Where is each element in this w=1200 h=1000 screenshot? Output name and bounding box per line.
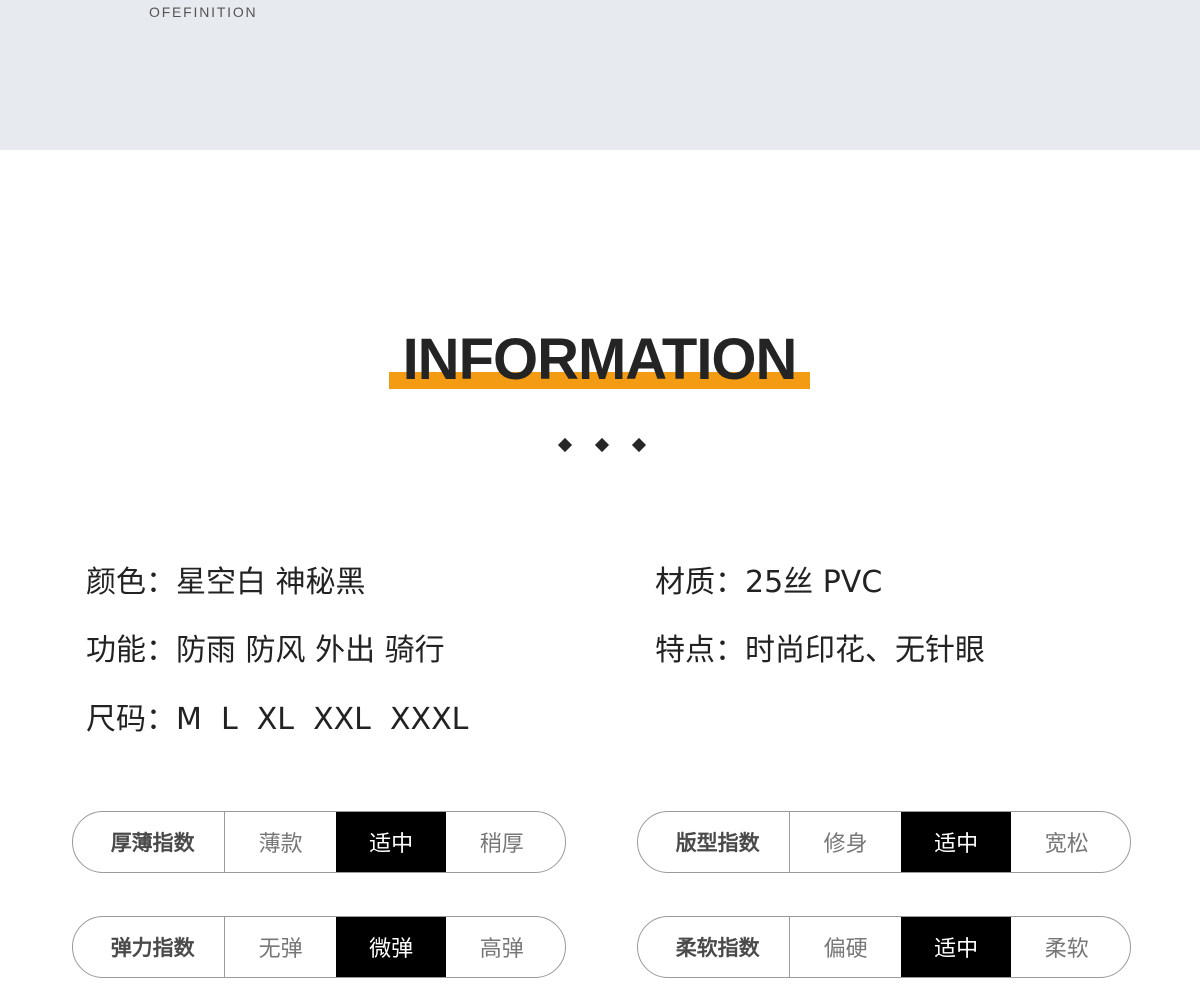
spec-feature: 特点：时尚印花、无针眼 [655,633,985,668]
rating-thickness: 厚薄指数 薄款 适中 稍厚 [72,811,566,873]
rating-label: 厚薄指数 [73,812,226,872]
diamond-icon [557,437,573,453]
rating-option-selected: 适中 [335,812,447,872]
top-banner: OFEFINITION [0,0,1200,150]
divider-dots [540,432,660,460]
banner-subtitle: OFEFINITION [149,4,258,20]
rating-option: 偏硬 [823,937,868,962]
rating-label: 版型指数 [638,812,791,872]
rating-label: 弹力指数 [73,917,226,977]
rating-option-selected: 适中 [900,812,1012,872]
heading-section: INFORMATION [0,325,1200,395]
rating-label: 柔软指数 [638,917,791,977]
spec-material: 材质：25丝 PVC [655,565,883,600]
spec-size: 尺码：M L XL XXL XXXL [86,702,469,737]
spec-color: 颜色：星空白 神秘黑 [86,565,366,600]
rating-softness: 柔软指数 偏硬 适中 柔软 [637,916,1131,978]
diamond-icon [631,437,647,453]
rating-fit: 版型指数 修身 适中 宽松 [637,811,1131,873]
spec-function: 功能：防雨 防风 外出 骑行 [86,633,445,668]
rating-option: 稍厚 [479,832,524,857]
rating-option: 修身 [823,832,868,857]
rating-option: 宽松 [1044,832,1089,857]
rating-option: 薄款 [258,832,303,857]
diamond-icon [594,437,610,453]
rating-option-selected: 适中 [900,917,1012,977]
rating-option-selected: 微弹 [335,917,447,977]
page-title: INFORMATION [402,327,798,392]
rating-option: 无弹 [258,937,303,962]
rating-option: 柔软 [1044,937,1089,962]
rating-elasticity: 弹力指数 无弹 微弹 高弹 [72,916,566,978]
rating-option: 高弹 [479,937,524,962]
